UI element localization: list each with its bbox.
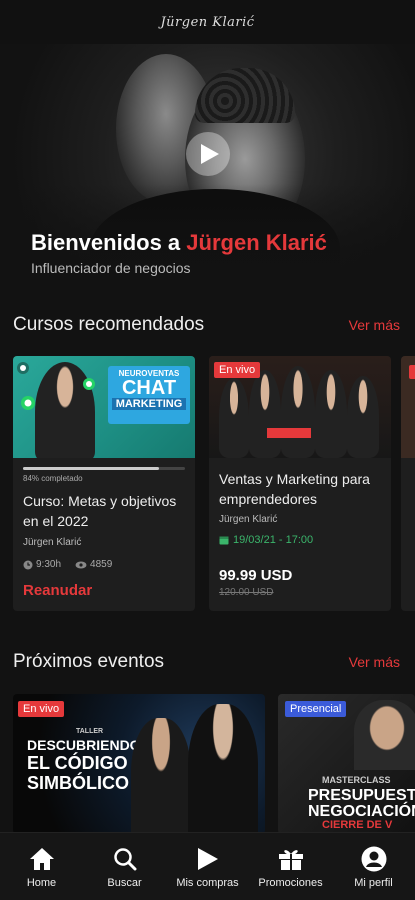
nav-purchases[interactable]: Mis compras <box>166 845 249 889</box>
courses-header: Cursos recomendados Ver más <box>13 314 400 336</box>
course-title: Curso: Metas y objetivos en el 2022 <box>23 493 177 529</box>
home-icon <box>28 845 56 873</box>
nav-promotions[interactable]: Promociones <box>249 845 332 889</box>
whatsapp-icon <box>17 362 29 374</box>
courses-section-title: Cursos recomendados <box>13 314 205 335</box>
course-card[interactable]: NEUROVENTAS CHAT MARKETING 84% completad… <box>13 356 195 611</box>
hero-title-prefix: Bienvenidos a <box>31 230 187 255</box>
event-title-line2: EL CÓDIGO <box>27 753 128 773</box>
event-card[interactable]: Presencial MASTERCLASS PRESUPUESTO NEGOC… <box>278 694 415 834</box>
course-card[interactable]: En vivo Ventas y Marketing para emprende… <box>209 356 391 611</box>
gift-icon <box>277 845 305 873</box>
bottom-navigation: Home Buscar Mis compras Promociones Mi p… <box>0 832 415 900</box>
nav-search-label: Buscar <box>107 876 142 889</box>
hero-subtitle: Influenciador de negocios <box>31 260 191 276</box>
in-person-badge: Presencial <box>285 701 347 717</box>
course-thumbnail-title-box: NEUROVENTAS CHAT MARKETING <box>108 366 190 424</box>
course-thumbnail-person <box>347 376 379 458</box>
hero-title-highlight: Jürgen Klarić <box>186 230 327 255</box>
course-progress-label: 84% completado <box>23 474 83 483</box>
top-bar: Jürgen Klarić <box>0 0 415 44</box>
course-duration: 9:30h <box>23 559 61 570</box>
calendar-icon <box>219 536 229 545</box>
live-badge-partial <box>409 365 415 379</box>
events-see-more-link[interactable]: Ver más <box>349 654 400 670</box>
hero-image-eeg-cap <box>195 68 295 123</box>
video-play-button[interactable] <box>186 132 230 176</box>
event-kicker: MASTERCLASS <box>322 775 391 785</box>
nav-home-label: Home <box>26 876 57 889</box>
course-thumbnail-person <box>219 378 249 458</box>
course-views: 4859 <box>75 559 112 570</box>
events-section-title: Próximos eventos <box>13 651 165 672</box>
eye-icon <box>75 561 87 568</box>
event-title-line2: NEGOCIACIÓN <box>308 803 415 820</box>
course-thumbnail: NEUROVENTAS CHAT MARKETING <box>13 356 195 458</box>
nav-purchases-label: Mis compras <box>176 876 239 889</box>
nav-home[interactable]: Home <box>0 845 83 889</box>
course-card-partial[interactable] <box>401 356 415 611</box>
whatsapp-icon <box>21 396 35 410</box>
course-thumbnail-subline: MARKETING <box>112 398 186 410</box>
course-meta: 9:30h 4859 <box>23 559 112 570</box>
resume-button[interactable]: Reanudar <box>23 582 92 599</box>
play-icon <box>201 144 219 164</box>
course-thumbnail: En vivo <box>209 356 391 458</box>
course-progress-bar <box>23 467 185 470</box>
hero-title: Bienvenidos a Jürgen Klarić <box>31 230 327 256</box>
event-card[interactable]: En vivo TALLER DESCUBRIENDO EL CÓDIGO SI… <box>13 694 265 834</box>
live-badge: En vivo <box>214 362 261 378</box>
profile-icon <box>360 845 388 873</box>
course-title: Ventas y Marketing para emprendedores <box>219 471 370 507</box>
course-thumbnail-person <box>315 370 347 458</box>
course-progress-fill <box>23 467 160 470</box>
search-icon <box>111 845 139 873</box>
event-person <box>131 718 191 834</box>
course-date-value: 19/03/21 - 17:00 <box>233 534 314 546</box>
event-person <box>354 700 415 770</box>
course-thumbnail-banner <box>267 428 311 438</box>
course-price: 99.99 USD <box>219 567 293 584</box>
event-person <box>188 704 258 834</box>
hero-banner[interactable]: Bienvenidos a Jürgen Klarić Influenciado… <box>0 44 415 294</box>
course-thumbnail-headline: CHAT <box>121 377 177 399</box>
course-duration-value: 9:30h <box>36 559 62 570</box>
course-thumbnail-person <box>281 366 315 458</box>
brand-logo[interactable]: Jürgen Klarić <box>160 15 254 30</box>
event-kicker: TALLER <box>76 728 104 735</box>
course-author: Jürgen Klarić <box>219 514 278 525</box>
course-author: Jürgen Klarić <box>23 537 82 548</box>
events-header: Próximos eventos Ver más <box>13 651 400 673</box>
clock-icon <box>23 560 33 569</box>
courses-see-more-link[interactable]: Ver más <box>349 317 400 333</box>
event-title-line1: DESCUBRIENDO <box>27 737 141 753</box>
play-icon <box>194 845 222 873</box>
nav-profile-label: Mi perfil <box>354 876 393 889</box>
nav-search[interactable]: Buscar <box>83 845 166 889</box>
course-date: 19/03/21 - 17:00 <box>219 534 313 546</box>
nav-profile[interactable]: Mi perfil <box>332 845 415 889</box>
event-title-line1: PRESUPUESTO <box>308 787 415 804</box>
course-old-price: 120.00 USD <box>219 587 274 598</box>
nav-promotions-label: Promociones <box>258 876 323 889</box>
live-badge: En vivo <box>18 701 65 717</box>
whatsapp-icon <box>83 378 95 390</box>
course-thumbnail-person <box>249 370 281 458</box>
event-title-line3: SIMBÓLICO <box>27 773 129 793</box>
course-thumbnail-person <box>35 362 95 458</box>
event-title-line3: CIERRE DE V <box>322 819 393 831</box>
course-views-value: 4859 <box>90 559 113 570</box>
